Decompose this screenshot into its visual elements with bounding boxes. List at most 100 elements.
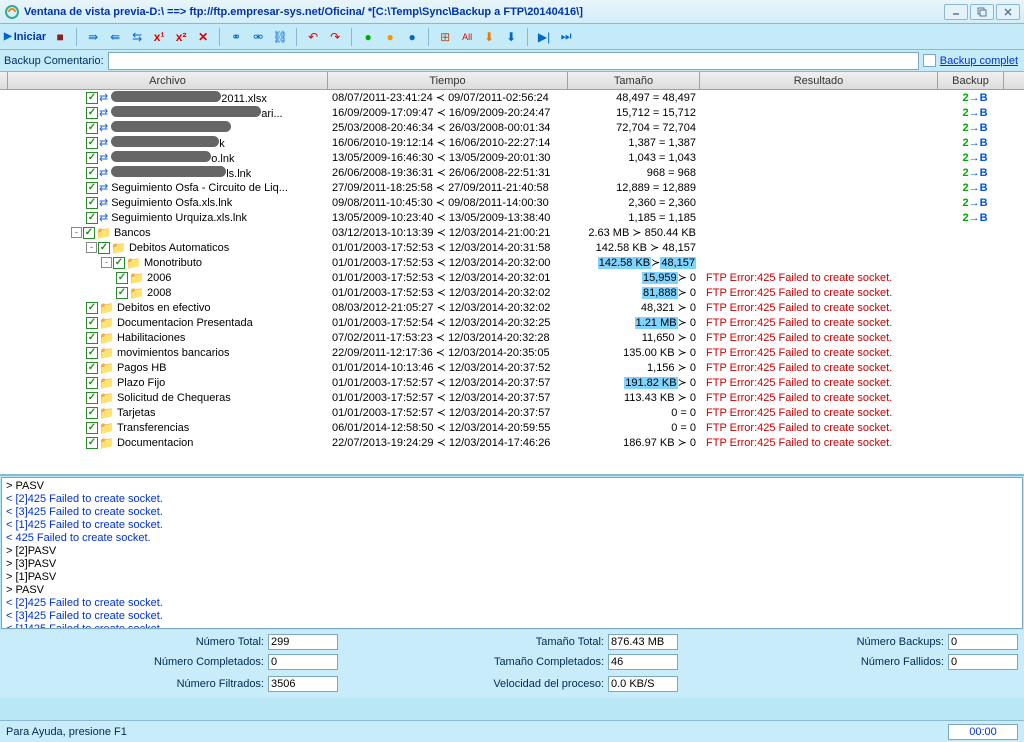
table-row[interactable]: -📁Debitos Automaticos01/01/2003-17:52:53… (0, 240, 1024, 255)
cell-size: 1,185 = 1,185 (568, 212, 700, 224)
backup-complete-link[interactable]: Backup complet (940, 55, 1018, 67)
table-row[interactable]: ⇄Seguimiento Osfa - Circuito de Liq...27… (0, 180, 1024, 195)
table-row[interactable]: ⇄Seguimiento Urquiza.xls.lnk13/05/2009-1… (0, 210, 1024, 225)
tree-expander[interactable]: - (86, 242, 97, 253)
log-line: > PASV (6, 584, 1018, 597)
table-row[interactable]: 📁Transferencias06/01/2014-12:58:50 ≺ 12/… (0, 420, 1024, 435)
row-checkbox[interactable] (86, 317, 98, 329)
green-dot-icon[interactable]: ● (360, 29, 376, 45)
table-row[interactable]: -📁Monotributo01/01/2003-17:52:53 ≺ 12/03… (0, 255, 1024, 270)
swap-blue-icon[interactable]: ⇆ (129, 29, 145, 45)
table-row[interactable]: ⇄Seguimiento Osfa.xls.lnk09/08/2011-10:4… (0, 195, 1024, 210)
table-row[interactable]: ⇄k16/06/2010-19:12:14 ≺ 16/06/2010-22:27… (0, 135, 1024, 150)
comment-input[interactable] (108, 52, 919, 70)
row-checkbox[interactable] (86, 302, 98, 314)
tree-icon[interactable]: ⊞ (437, 29, 453, 45)
row-checkbox[interactable] (86, 197, 98, 209)
row-checkbox[interactable] (86, 362, 98, 374)
table-row[interactable]: 📁Habilitaciones07/02/2011-17:53:23 ≺ 12/… (0, 330, 1024, 345)
row-checkbox[interactable] (86, 137, 98, 149)
stop-icon[interactable]: ■ (52, 29, 68, 45)
row-checkbox[interactable] (86, 122, 98, 134)
down-blue-icon[interactable]: ⬇ (503, 29, 519, 45)
table-row[interactable]: 📁Pagos HB01/01/2014-10:13:46 ≺ 12/03/201… (0, 360, 1024, 375)
cell-backup: 2→B (942, 107, 1008, 119)
cell-file: 📁2006 (0, 271, 328, 285)
unlink-icon[interactable]: ⚮ (250, 29, 266, 45)
cell-size: 0 = 0 (568, 422, 700, 434)
table-row[interactable]: ⇄2011.xlsx08/07/2011-23:41:24 ≺ 09/07/20… (0, 90, 1024, 105)
x2-icon[interactable]: x² (173, 29, 189, 45)
row-checkbox[interactable] (98, 242, 110, 254)
tree-expander[interactable]: - (71, 227, 82, 238)
log-line: < [3]425 Failed to create socket. (6, 610, 1018, 623)
row-checkbox[interactable] (86, 152, 98, 164)
col-time[interactable]: Tiempo (328, 72, 568, 89)
row-checkbox[interactable] (86, 332, 98, 344)
table-row[interactable]: -📁Bancos03/12/2013-10:13:39 ≺ 12/03/2014… (0, 225, 1024, 240)
arrow-right-blue-icon[interactable]: ⇛ (85, 29, 101, 45)
row-checkbox[interactable] (86, 212, 98, 224)
blue-dot-icon[interactable]: ● (404, 29, 420, 45)
next-icon[interactable]: ▶| (536, 29, 552, 45)
undo-icon[interactable]: ↶ (305, 29, 321, 45)
row-checkbox[interactable] (86, 167, 98, 179)
row-checkbox[interactable] (86, 377, 98, 389)
table-row[interactable]: ⇄25/03/2008-20:46:34 ≺ 26/03/2008-00:01:… (0, 120, 1024, 135)
table-row[interactable]: 📁Solicitud de Chequeras01/01/2003-17:52:… (0, 390, 1024, 405)
cell-size: 0 = 0 (568, 407, 700, 419)
row-checkbox[interactable] (86, 407, 98, 419)
grid-body[interactable]: ⇄2011.xlsx08/07/2011-23:41:24 ≺ 09/07/20… (0, 90, 1024, 474)
close-button[interactable] (996, 4, 1020, 20)
x1-icon[interactable]: x¹ (151, 29, 167, 45)
table-row[interactable]: 📁Plazo Fijo01/01/2003-17:52:57 ≺ 12/03/2… (0, 375, 1024, 390)
col-file[interactable]: Archivo (8, 72, 328, 89)
redo-icon[interactable]: ↷ (327, 29, 343, 45)
arrow-left-blue-icon[interactable]: ⇚ (107, 29, 123, 45)
x-red-icon[interactable]: ✕ (195, 29, 211, 45)
orange-dot-icon[interactable]: ● (382, 29, 398, 45)
table-row[interactable]: ⇄ari...16/09/2009-17:09:47 ≺ 16/09/2009-… (0, 105, 1024, 120)
row-checkbox[interactable] (86, 422, 98, 434)
link-icon[interactable]: ⚭ (228, 29, 244, 45)
tree-expander[interactable]: - (101, 257, 112, 268)
table-row[interactable]: 📁Tarjetas01/01/2003-17:52:57 ≺ 12/03/201… (0, 405, 1024, 420)
col-gutter[interactable] (0, 72, 8, 89)
backup-complete-checkbox[interactable] (923, 54, 936, 67)
file-name: Plazo Fijo (117, 377, 165, 389)
cell-size: 15,959 ≻ 0 (568, 271, 700, 284)
log-pane[interactable]: > PASV< [2]425 Failed to create socket.<… (1, 477, 1023, 629)
table-row[interactable]: ⇄ls.lnk26/06/2008-19:36:31 ≺ 26/06/2008-… (0, 165, 1024, 180)
row-checkbox[interactable] (116, 272, 128, 284)
backup-ok-icon: 2→B (962, 137, 987, 149)
col-file-label: Archivo (149, 75, 186, 87)
minimize-button[interactable] (944, 4, 968, 20)
row-checkbox[interactable] (83, 227, 95, 239)
table-row[interactable]: 📁Documentacion22/07/2013-19:24:29 ≺ 12/0… (0, 435, 1024, 450)
all-icon[interactable]: All (459, 29, 475, 45)
table-row[interactable]: 📁movimientos bancarios22/09/2011-12:17:3… (0, 345, 1024, 360)
row-checkbox[interactable] (113, 257, 125, 269)
row-checkbox[interactable] (86, 182, 98, 194)
last-icon[interactable]: ⏭ (558, 29, 574, 45)
start-button[interactable]: Iniciar (4, 31, 46, 43)
table-row[interactable]: ⇄o.lnk13/05/2009-16:46:30 ≺ 13/05/2009-2… (0, 150, 1024, 165)
col-backup[interactable]: Backup (938, 72, 1004, 89)
row-checkbox[interactable] (86, 92, 98, 104)
row-checkbox[interactable] (116, 287, 128, 299)
row-checkbox[interactable] (86, 347, 98, 359)
chain-icon[interactable]: ⛓ (272, 29, 288, 45)
down-orange-icon[interactable]: ⬇ (481, 29, 497, 45)
row-checkbox[interactable] (86, 437, 98, 449)
cell-time: 26/06/2008-19:36:31 ≺ 26/06/2008-22:51:3… (328, 166, 568, 179)
row-checkbox[interactable] (86, 392, 98, 404)
row-checkbox[interactable] (86, 107, 98, 119)
cell-time: 27/09/2011-18:25:58 ≺ 27/09/2011-21:40:5… (328, 181, 568, 194)
maximize-button[interactable] (970, 4, 994, 20)
table-row[interactable]: 📁Documentacion Presentada01/01/2003-17:5… (0, 315, 1024, 330)
col-size[interactable]: Tamaño (568, 72, 700, 89)
table-row[interactable]: 📁Debitos en efectivo08/03/2012-21:05:27 … (0, 300, 1024, 315)
table-row[interactable]: 📁200801/01/2003-17:52:53 ≺ 12/03/2014-20… (0, 285, 1024, 300)
col-result[interactable]: Resultado (700, 72, 938, 89)
table-row[interactable]: 📁200601/01/2003-17:52:53 ≺ 12/03/2014-20… (0, 270, 1024, 285)
